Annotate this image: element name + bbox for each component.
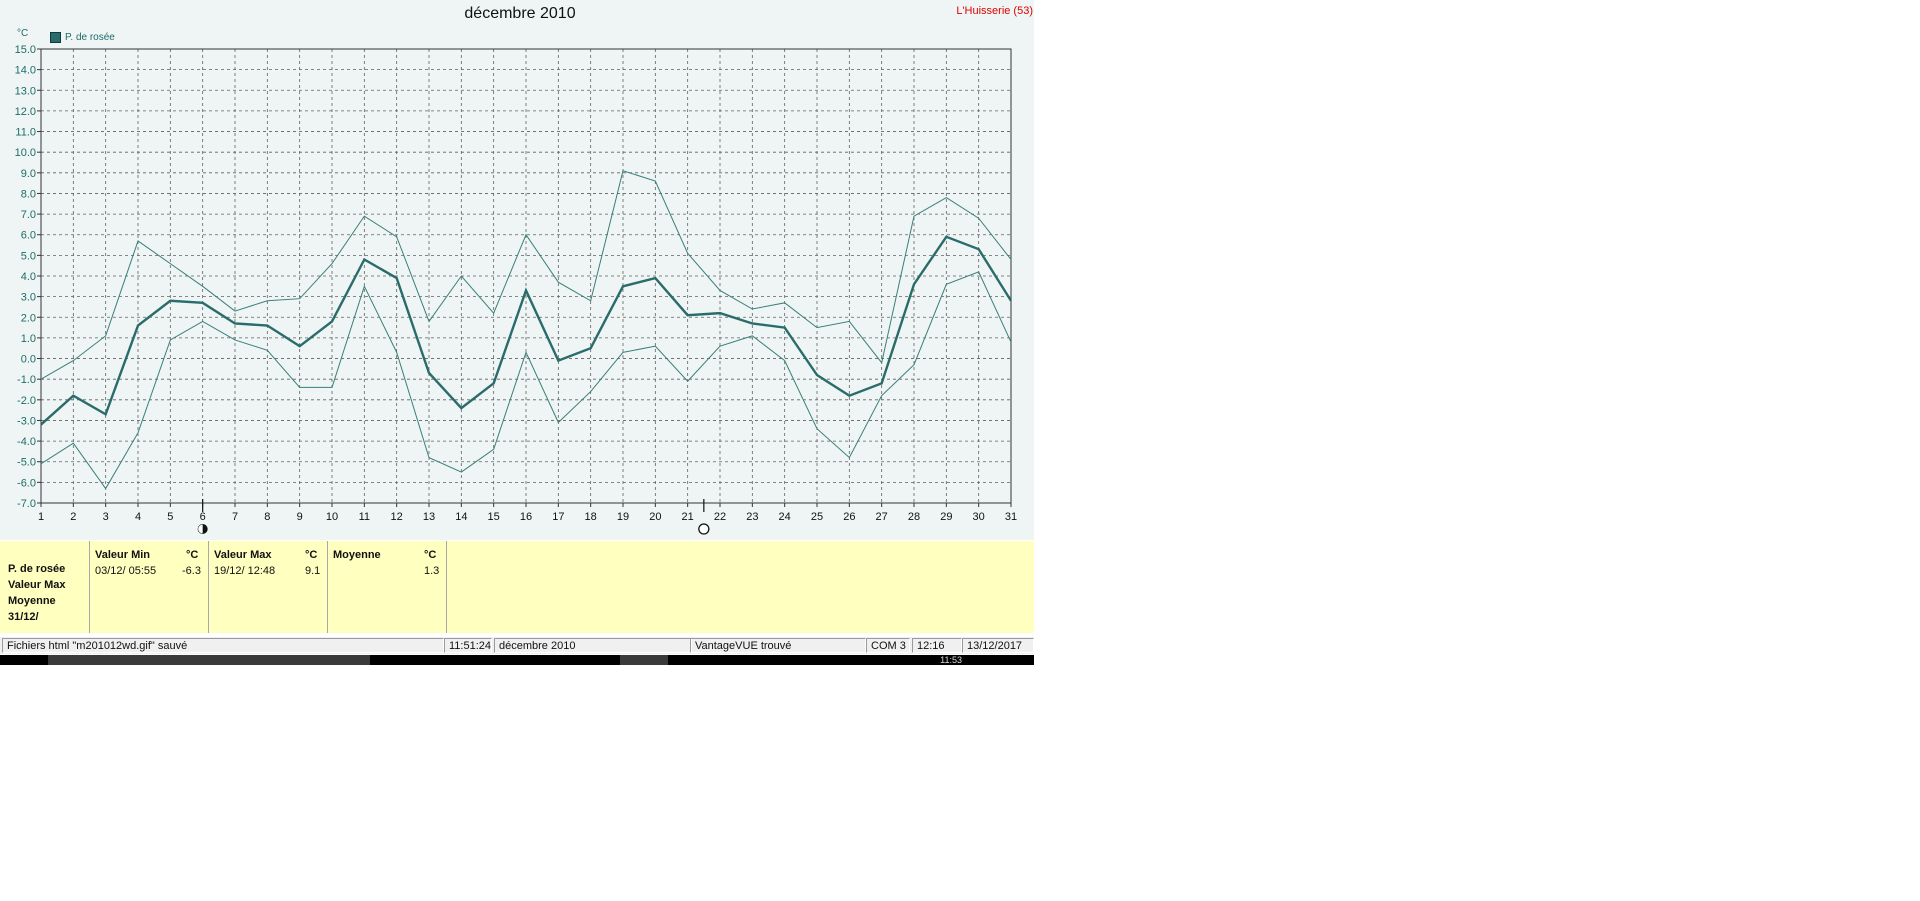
y-tick-label: 4.0 bbox=[21, 271, 36, 283]
taskbar-button[interactable] bbox=[620, 655, 668, 665]
row-label-date: 31/12/ bbox=[8, 611, 39, 623]
status-time: 11:51:24 bbox=[444, 638, 492, 653]
x-tick-label: 2 bbox=[70, 511, 76, 523]
x-tick-label: 4 bbox=[135, 511, 141, 523]
row-label-avg: Moyenne bbox=[8, 595, 56, 607]
avg-value: 1.3 bbox=[424, 565, 440, 577]
status-device: VantageVUE trouvé bbox=[690, 638, 866, 653]
y-tick-label: 10.0 bbox=[15, 147, 36, 159]
x-tick-label: 31 bbox=[1005, 511, 1017, 523]
full-moon-icon bbox=[698, 523, 710, 535]
chart-panel: décembre 2010 L'Huisserie (53) °C P. de … bbox=[0, 0, 1034, 540]
row-label-max: Valeur Max bbox=[8, 579, 66, 591]
weather-app-window: décembre 2010 L'Huisserie (53) °C P. de … bbox=[0, 0, 1034, 667]
x-tick-label: 3 bbox=[103, 511, 109, 523]
x-tick-label: 19 bbox=[617, 511, 629, 523]
x-tick-label: 15 bbox=[488, 511, 500, 523]
status-file-saved: Fichiers html "m201012wd.gif" sauvé bbox=[2, 638, 444, 653]
max-header: Valeur Max bbox=[214, 549, 272, 561]
y-tick-label: 13.0 bbox=[15, 85, 36, 97]
y-tick-label: -2.0 bbox=[17, 395, 36, 407]
status-clock: 12:16 bbox=[912, 638, 962, 653]
y-tick-label: -6.0 bbox=[17, 477, 36, 489]
taskbar-button[interactable] bbox=[48, 655, 370, 665]
avg-header: Moyenne bbox=[333, 549, 381, 561]
y-tick-label: 1.0 bbox=[21, 333, 36, 345]
x-tick-label: 20 bbox=[649, 511, 661, 523]
x-tick-label: 9 bbox=[297, 511, 303, 523]
x-tick-label: 28 bbox=[908, 511, 920, 523]
row-label-series: P. de rosée bbox=[8, 563, 66, 575]
y-tick-label: -1.0 bbox=[17, 374, 36, 386]
y-tick-label: 6.0 bbox=[21, 230, 36, 242]
x-tick-label: 17 bbox=[552, 511, 564, 523]
avg-unit: °C bbox=[424, 549, 437, 561]
x-tick-label: 6 bbox=[200, 511, 206, 523]
y-tick-label: 2.0 bbox=[21, 312, 36, 324]
x-tick-label: 12 bbox=[391, 511, 403, 523]
y-tick-label: -7.0 bbox=[17, 498, 36, 510]
y-tick-label: -4.0 bbox=[17, 436, 36, 448]
max-date: 19/12/ 12:48 bbox=[214, 565, 276, 577]
x-tick-label: 25 bbox=[811, 511, 823, 523]
stats-panel: P. de rosée Valeur Max Moyenne 31/12/ Va… bbox=[0, 541, 1034, 633]
stats-row-labels: P. de rosée Valeur Max Moyenne 31/12/ bbox=[0, 541, 90, 633]
x-tick-label: 5 bbox=[167, 511, 173, 523]
x-tick-label: 30 bbox=[973, 511, 985, 523]
x-tick-label: 1 bbox=[38, 511, 44, 523]
x-tick-label: 27 bbox=[876, 511, 888, 523]
x-tick-label: 18 bbox=[585, 511, 597, 523]
x-tick-label: 11 bbox=[359, 511, 370, 523]
y-tick-label: 7.0 bbox=[21, 209, 36, 221]
x-tick-label: 14 bbox=[455, 511, 467, 523]
min-date: 03/12/ 05:55 bbox=[95, 565, 157, 577]
stats-avg-column: Moyenne °C 1.3 bbox=[328, 541, 447, 633]
status-date: 13/12/2017 bbox=[962, 638, 1034, 653]
x-tick-label: 22 bbox=[714, 511, 726, 523]
y-tick-label: 3.0 bbox=[21, 292, 36, 304]
min-header: Valeur Min bbox=[95, 549, 151, 561]
taskbar-strip: 11:53 bbox=[0, 655, 1034, 665]
y-tick-label: 5.0 bbox=[21, 250, 36, 262]
y-tick-label: 11.0 bbox=[15, 127, 36, 139]
status-period: décembre 2010 bbox=[494, 638, 692, 653]
max-value: 9.1 bbox=[305, 565, 321, 577]
stats-max-column: Valeur Max °C 19/12/ 12:48 9.1 bbox=[209, 541, 328, 633]
x-tick-label: 26 bbox=[843, 511, 855, 523]
x-tick-label: 23 bbox=[746, 511, 758, 523]
y-tick-label: 9.0 bbox=[21, 168, 36, 180]
x-tick-label: 16 bbox=[520, 511, 532, 523]
x-tick-label: 8 bbox=[264, 511, 270, 523]
y-tick-label: 0.0 bbox=[21, 354, 36, 366]
min-unit: °C bbox=[186, 549, 199, 561]
stats-min-column: Valeur Min °C 03/12/ 05:55 -6.3 bbox=[90, 541, 209, 633]
x-tick-label: 10 bbox=[326, 511, 338, 523]
y-tick-label: -3.0 bbox=[17, 415, 36, 427]
taskbar-clock: 11:53 bbox=[940, 655, 962, 665]
x-tick-label: 21 bbox=[682, 511, 694, 523]
x-tick-label: 7 bbox=[232, 511, 238, 523]
y-tick-label: 14.0 bbox=[15, 65, 36, 77]
dewpoint-chart: -7.0 -6.0 -5.0 -4.0 -3.0 -2.0 -1.0 0.0 1.0 2.0 3.0… bbox=[15, 44, 1017, 535]
y-tick-label: 15.0 bbox=[15, 44, 36, 56]
status-port: COM 3 bbox=[866, 638, 910, 653]
x-tick-label: 24 bbox=[779, 511, 791, 523]
max-unit: °C bbox=[305, 549, 318, 561]
y-tick-label: 12.0 bbox=[15, 106, 36, 118]
y-tick-label: -5.0 bbox=[17, 457, 36, 469]
y-tick-label: 8.0 bbox=[21, 188, 36, 200]
x-tick-label: 13 bbox=[423, 511, 435, 523]
x-tick-label: 29 bbox=[940, 511, 952, 523]
min-value: -6.3 bbox=[182, 565, 201, 577]
status-bar: Fichiers html "m201012wd.gif" sauvé 11:5… bbox=[0, 637, 1034, 654]
